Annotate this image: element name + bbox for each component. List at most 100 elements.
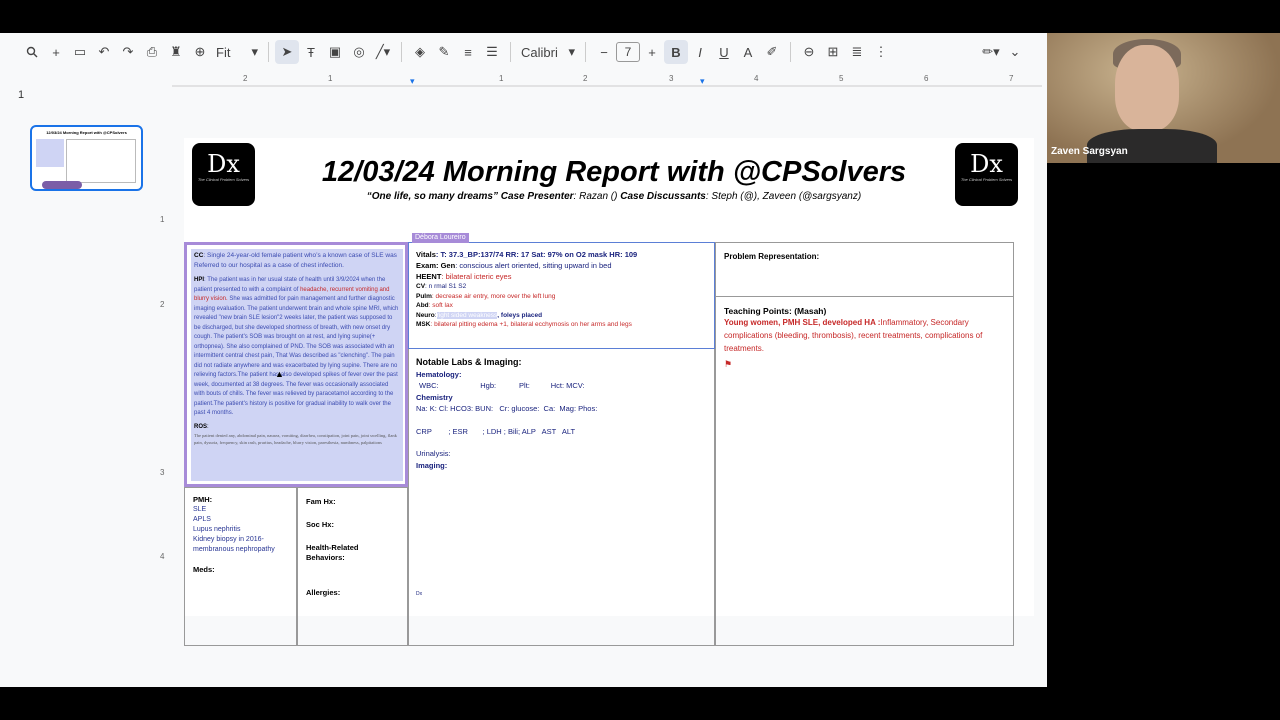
ruler-label: 2 [243, 74, 248, 83]
new-slide-icon[interactable]: + [44, 40, 68, 64]
zoom-select[interactable]: Fit ▾ [212, 40, 262, 64]
slide-canvas[interactable]: Dx The Clinical Problem Solvers Dx The C… [184, 138, 1034, 646]
hematology-label: Hematology: [416, 369, 462, 379]
indent-marker-icon[interactable]: ▾ [700, 76, 705, 87]
border-color-icon[interactable]: ✎ [432, 40, 456, 64]
health-behaviors-text: Health-Related Behaviors [306, 543, 359, 562]
fill-color-icon[interactable]: ◈ [408, 40, 432, 64]
vitals-value: : T: 37.3_BP:137/74 RR: 17 Sat: 97% on O… [435, 250, 638, 259]
logo-right: Dx The Clinical Problem Solvers [955, 143, 1018, 206]
ruler-label: 2 [160, 300, 165, 309]
print-icon[interactable]: ⎙ [140, 40, 164, 64]
teaching-points-text: Young women, PMH SLE, developed HA :Infl… [716, 316, 1013, 355]
layout-icon[interactable]: ▭ [68, 40, 92, 64]
shape-icon[interactable]: ◎ [347, 40, 371, 64]
line-icon[interactable]: ╱▾ [371, 40, 395, 64]
collapse-panel-icon[interactable]: ‹ [56, 686, 60, 687]
thumbnail-avatars [42, 181, 82, 189]
slide-thumbnail[interactable]: 12/03/24 Morning Report with @CPSolvers [30, 125, 143, 191]
underline-icon[interactable]: U [712, 40, 736, 64]
cursor-icon: ▲ [275, 369, 284, 379]
border-weight-icon[interactable]: ≡ [456, 40, 480, 64]
link-icon[interactable]: ⊖ [797, 40, 821, 64]
cv-label: CV [416, 283, 426, 290]
undo-icon[interactable]: ↶ [92, 40, 116, 64]
logo-tagline: The Clinical Problem Solvers [197, 177, 250, 182]
subtitle-disc-label: Case Discussants [620, 191, 706, 202]
problem-rep-text: Problem Representation [724, 252, 817, 261]
neuro-line: Neuro:right sided weakness, foleys place… [416, 311, 707, 321]
cv-value: : n rmal S1 S2 [425, 283, 467, 290]
labs-box[interactable]: Notable Labs & Imaging: Hematology: WBC:… [408, 349, 715, 646]
crp-row: CRP ; ESR ; LDH ; Bili; ALP AST ALT [416, 426, 576, 436]
zoom-icon[interactable]: ⊕ [188, 40, 212, 64]
hpi-text-2: She was admitted for pain management and… [194, 296, 399, 416]
vitals-line: Vitals: T: 37.3_BP:137/74 RR: 17 Sat: 97… [416, 249, 707, 260]
pmh-item: SLE [193, 506, 207, 513]
collapse-icon[interactable]: ⌄ [1003, 40, 1027, 64]
indent-marker-icon[interactable]: ▾ [410, 76, 415, 87]
neuro-label: Neuro [416, 311, 435, 319]
comment-icon[interactable]: ⊞ [821, 40, 845, 64]
history-box[interactable]: Fam Hx: Soc Hx: Health-Related Behaviors… [297, 487, 408, 646]
problem-rep-label: Problem Representation: [724, 252, 820, 261]
redo-icon[interactable]: ↷ [116, 40, 140, 64]
paint-format-icon[interactable]: ♜ [164, 40, 188, 64]
imaging-text: Imaging [416, 460, 445, 470]
hpi-highlight: CC: Single 24-year-old female patient wh… [191, 249, 403, 481]
bold-icon[interactable]: B [664, 40, 688, 64]
border-dash-icon[interactable]: ☰ [480, 40, 504, 64]
font-size-input[interactable]: 7 [616, 42, 640, 62]
video-person-face [1115, 45, 1179, 131]
textbox-icon[interactable]: Ŧ [299, 40, 323, 64]
align-icon[interactable]: ≣ [845, 40, 869, 64]
select-tool-icon[interactable]: ➤ [275, 40, 299, 64]
exam-box[interactable]: Débora Loureiro Vitals: T: 37.3_BP:137/7… [408, 233, 715, 349]
pen-mode-icon[interactable]: ✏▾ [979, 40, 1003, 64]
ruler-label: 2 [583, 74, 588, 83]
font-select[interactable]: Calibri ▾ [517, 40, 579, 64]
increase-size-icon[interactable]: + [640, 40, 664, 64]
chevron-down-icon: ▾ [251, 44, 258, 59]
more-icon[interactable]: ⋮ [869, 40, 893, 64]
thumbnail-panel: 1 12/03/24 Morning Report with @CPSolver… [0, 71, 160, 687]
pmh-label: PMH: [193, 495, 213, 504]
problem-rep-box[interactable]: Problem Representation: [715, 242, 1014, 297]
allergies-label: Allergies: [306, 588, 341, 597]
chemistry-label: Chemistry [416, 392, 453, 402]
ruler-label: 1 [499, 74, 504, 83]
highlight-icon[interactable]: ✐ [760, 40, 784, 64]
text-color-icon[interactable]: A [736, 40, 760, 64]
subtitle-quote: “One life, so many dreams” Case Presente… [366, 191, 574, 202]
vertical-ruler: 1 2 3 4 [160, 125, 170, 665]
pmh-content: PMH: SLE APLS Lupus nephritis Kidney bio… [185, 488, 296, 582]
divider [268, 42, 269, 62]
cv-line: CV: n rmal S1 S2 [416, 282, 707, 292]
thumbnail-title: 12/03/24 Morning Report with @CPSolvers [46, 130, 127, 135]
teaching-points-red: Young women, PMH SLE, developed HA : [724, 318, 881, 327]
pmh-item: Lupus nephritis [193, 526, 241, 533]
italic-icon[interactable]: I [688, 40, 712, 64]
ruler-label: 3 [669, 74, 674, 83]
image-icon[interactable]: ▣ [323, 40, 347, 64]
exam-gen-line: Exam: Gen: conscious alert oriented, sit… [416, 260, 707, 271]
search-icon[interactable] [20, 40, 44, 64]
slide-number: 1 [18, 89, 25, 101]
pmh-box[interactable]: PMH: SLE APLS Lupus nephritis Kidney bio… [184, 487, 297, 646]
allergies-text: Allergies [306, 588, 338, 597]
cc-paragraph: CC: Single 24-year-old female patient wh… [194, 251, 400, 270]
slide-subtitle[interactable]: “One life, so many dreams” Case Presente… [304, 191, 924, 202]
hpi-box[interactable]: CC: Single 24-year-old female patient wh… [184, 242, 408, 487]
urinalysis-text: Urinalysis [416, 449, 449, 458]
neuro-value: , foleys placed [497, 311, 543, 319]
pmh-item: APLS [193, 516, 211, 523]
pulm-value: : decrease air entry, more over the left… [431, 292, 556, 300]
teaching-points-box[interactable]: Teaching Points: (Masah) Young women, PM… [715, 297, 1014, 646]
ruler-label: 3 [160, 468, 165, 477]
urinalysis-label: Urinalysis: [416, 449, 451, 458]
decrease-size-icon[interactable]: − [592, 40, 616, 64]
divider [585, 42, 586, 62]
logo-tagline: The Clinical Problem Solvers [960, 177, 1013, 182]
pulm-label: Pulm [416, 292, 432, 300]
slide-title[interactable]: 12/03/24 Morning Report with @CPSolvers [304, 156, 924, 189]
